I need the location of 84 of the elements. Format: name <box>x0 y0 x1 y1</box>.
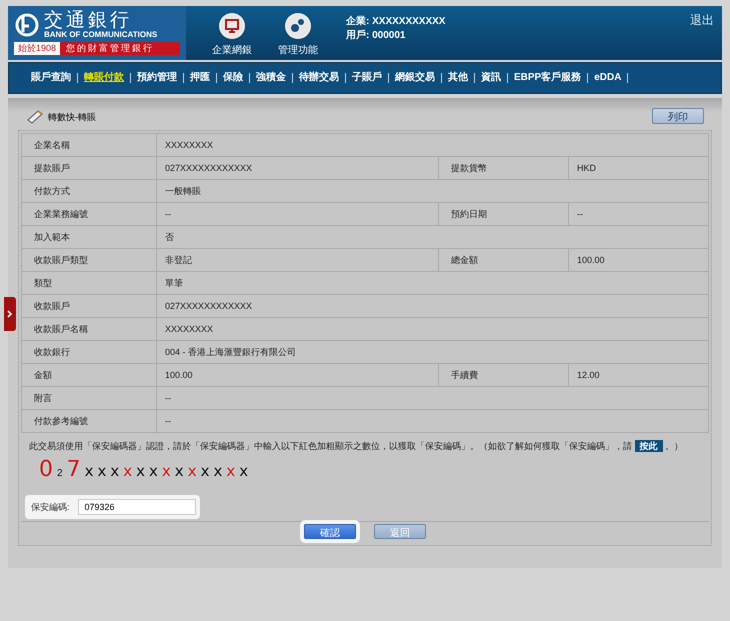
nav-item[interactable]: 強積金 <box>250 73 293 83</box>
field-label: 收款賬戶名稱 <box>22 318 157 341</box>
field-label: 提款賬戶 <box>22 157 157 180</box>
field-value: 027XXXXXXXXXXXX <box>157 295 709 318</box>
field-value: 一般轉賬 <box>157 180 709 203</box>
field-label: 類型 <box>22 272 157 295</box>
field-label: 收款銀行 <box>22 341 157 364</box>
security-code-label: 保安編碼: <box>31 500 70 514</box>
code-digit: 0 <box>39 457 53 482</box>
field-value: -- <box>157 410 709 433</box>
nav-item[interactable]: 待辦交易 <box>293 73 346 83</box>
code-digit: x <box>97 462 106 480</box>
field-label: 附言 <box>22 387 157 410</box>
nav-item[interactable]: eDDA <box>588 73 628 83</box>
nav-item[interactable]: 押匯 <box>184 73 217 83</box>
nav-item[interactable]: EBPP客戶服務 <box>508 73 588 83</box>
slogan: 您的財富管理銀行 <box>65 42 154 55</box>
field-label: 收款賬戶 <box>22 295 157 318</box>
field-label: 付款方式 <box>22 180 157 203</box>
field-value: XXXXXXXX <box>157 318 709 341</box>
nav-item[interactable]: 其他 <box>442 73 475 83</box>
field-value: 027XXXXXXXXXXXX <box>157 157 439 180</box>
nav-item[interactable]: 賬戶查詢 <box>25 73 78 83</box>
print-button[interactable]: 列印 <box>652 108 704 124</box>
field-value: -- <box>569 203 709 226</box>
shortcut-button[interactable]: 管理功能 <box>278 6 318 60</box>
code-digit: x <box>123 462 132 480</box>
field-label: 企業業務編號 <box>22 203 157 226</box>
code-digit: x <box>213 462 222 480</box>
field-label: 提款貨幣 <box>439 157 569 180</box>
field-value: HKD <box>569 157 709 180</box>
field-value: 004 - 香港上海滙豐銀行有限公司 <box>157 341 709 364</box>
nav-item[interactable]: 預約管理 <box>131 73 184 83</box>
code-digit: x <box>149 462 158 480</box>
security-code-field[interactable]: 079326 <box>78 499 196 515</box>
nav-item[interactable]: 網銀交易 <box>389 73 442 83</box>
field-value: 100.00 <box>569 249 709 272</box>
click-here-link[interactable]: 按此 <box>634 440 663 452</box>
field-value: 非登記 <box>157 249 439 272</box>
field-value: XXXXXXXX <box>157 134 709 157</box>
bank-english-name: BANK OF COMMUNICATIONS <box>44 30 158 39</box>
since-text: 始於1908 <box>14 42 60 55</box>
pencil-icon <box>26 110 44 124</box>
code-digit: x <box>110 462 120 480</box>
code-digit: x <box>136 462 146 480</box>
nav-item[interactable]: 保險 <box>217 73 250 83</box>
field-value: 12.00 <box>569 364 709 387</box>
field-label: 付款參考編號 <box>22 410 157 433</box>
page-title: 轉數快-轉賬 <box>48 111 96 124</box>
field-label: 總金額 <box>439 249 569 272</box>
code-digit: x <box>174 462 184 480</box>
code-digit: x <box>239 462 248 480</box>
field-value: -- <box>157 203 439 226</box>
logo-mark-icon <box>14 12 40 38</box>
user-text: 用戶: 000001 <box>346 28 406 42</box>
code-digit: x <box>226 462 236 480</box>
field-label: 手續費 <box>439 364 569 387</box>
code-digit: x <box>200 462 210 480</box>
field-value: -- <box>157 387 709 410</box>
code-digit: 7 <box>66 457 81 482</box>
nav-item[interactable]: 資訊 <box>475 73 508 83</box>
field-label: 企業名稱 <box>22 134 157 157</box>
notice-text: 此交易須使用「保安編碼器」認證，請於「保安編碼器」中輸入以下紅色加粗顯示之數位，以獲取「保安編碼」。（如欲了解如何獲取「保安編碼」，請 <box>29 441 632 451</box>
field-label: 收款賬戶類型 <box>22 249 157 272</box>
monitor-icon <box>218 12 246 40</box>
field-value: 單筆 <box>157 272 709 295</box>
field-label: 預約日期 <box>439 203 569 226</box>
logout-link[interactable]: 退出 <box>690 6 722 60</box>
field-value: 否 <box>157 226 709 249</box>
field-label: 加入範本 <box>22 226 157 249</box>
code-digit: x <box>188 462 197 480</box>
field-value: 100.00 <box>157 364 439 387</box>
code-digit: 2 <box>57 468 63 479</box>
nav-item[interactable]: 轉賬付款 <box>78 73 131 83</box>
code-digit: x <box>162 462 171 480</box>
shortcut-button[interactable]: 企業網銀 <box>212 6 252 60</box>
nav-item[interactable]: 子賬戶 <box>346 73 389 83</box>
field-label: 金額 <box>22 364 157 387</box>
notice-end: 。） <box>665 441 684 451</box>
code-digit: x <box>84 462 94 480</box>
bank-name: 交通銀行 <box>44 10 133 30</box>
chevron-right-icon <box>7 310 13 318</box>
company-text: 企業: XXXXXXXXXXX <box>346 14 446 28</box>
side-expand-tab[interactable] <box>4 297 16 331</box>
